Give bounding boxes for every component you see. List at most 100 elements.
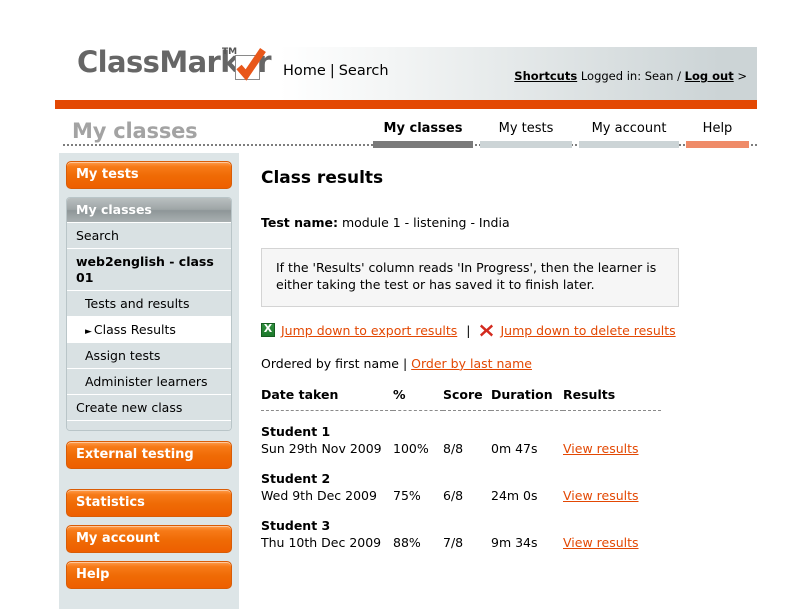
cell-score-3: 7/8 — [443, 535, 464, 551]
results-table: Date taken % Score Duration Results Stud… — [261, 387, 661, 553]
page-container: ClassMarker TM Home | Search Shortcuts Log… — [55, 0, 757, 612]
sidebar-panel-spacer — [67, 420, 231, 431]
tab-bar: My classes My tests My account Help — [373, 121, 757, 148]
sidebar-item-tests-and-results[interactable]: Tests and results — [67, 290, 231, 317]
sidebar-button-statistics[interactable]: Statistics — [66, 489, 232, 518]
sidebar-item-class-results[interactable]: ► Class Results — [67, 316, 231, 343]
table-row: Thu 10th Dec 2009 88% 7/8 9m 34s View re… — [261, 535, 661, 552]
order-by-last-name-link[interactable]: Order by last name — [411, 356, 532, 371]
table-row-student-name: Student 2 — [261, 471, 661, 488]
excel-spreadsheet-icon — [261, 322, 275, 338]
sidebar-item-create-new-class[interactable]: Create new class — [67, 394, 231, 421]
shortcuts-link[interactable]: Shortcuts — [514, 69, 577, 83]
column-header-results: Results — [563, 386, 616, 402]
site-header: ClassMarker TM Home | Search Shortcuts Log… — [55, 45, 757, 100]
cell-duration-3: 9m 34s — [491, 535, 538, 551]
test-name-row: Test name: module 1 - listening - India — [261, 215, 743, 230]
orange-divider-bar — [55, 100, 757, 109]
tab-my-classes-underline — [373, 141, 473, 148]
sidebar-item-class-name[interactable]: web2english - class 01 — [67, 248, 231, 291]
sidebar-button-external-testing[interactable]: External testing — [66, 441, 232, 470]
nav-separator: | — [329, 63, 335, 79]
tab-my-classes[interactable]: My classes — [373, 121, 473, 148]
cell-duration-1: 0m 47s — [491, 441, 538, 457]
primary-nav: Home | Search — [283, 63, 389, 79]
triangle-right-icon: ► — [85, 327, 92, 338]
section-title-row: My classes My classes My tests My accoun… — [55, 109, 757, 153]
cell-percent-1: 100% — [393, 441, 429, 457]
sidebar-item-search[interactable]: Search — [67, 222, 231, 248]
tab-help[interactable]: Help — [686, 121, 749, 148]
student-name-3: Student 3 — [261, 518, 331, 534]
sidebar-panel-header: My classes — [67, 198, 231, 222]
page-title: My classes — [72, 119, 198, 143]
jump-links-row: Jump down to export results | Jump down … — [261, 322, 743, 338]
jump-links-separator: | — [466, 322, 471, 338]
table-row-gap — [261, 458, 661, 471]
view-results-link-3[interactable]: View results — [563, 535, 639, 550]
table-row-gap — [261, 505, 661, 518]
ordered-by-label: Ordered by first name | — [261, 355, 408, 371]
tab-my-classes-label: My classes — [383, 121, 463, 136]
cell-percent-2: 75% — [393, 488, 421, 504]
tab-my-account-underline — [579, 141, 679, 148]
tab-help-label: Help — [702, 121, 733, 136]
sidebar: My tests My classes Search web2english -… — [59, 153, 239, 610]
column-header-duration: Duration — [491, 386, 553, 402]
column-header-percent: % — [393, 386, 406, 402]
test-name-label: Test name: — [261, 215, 338, 230]
tab-my-tests-label: My tests — [498, 121, 554, 136]
logout-link[interactable]: Log out — [685, 69, 734, 83]
cell-score-1: 8/8 — [443, 441, 464, 457]
sidebar-item-assign-tests[interactable]: Assign tests — [67, 342, 231, 369]
cell-percent-3: 88% — [393, 535, 421, 551]
logged-in-label: Logged in: Sean / — [580, 69, 681, 83]
sidebar-item-class-results-label: Class Results — [93, 322, 176, 338]
cell-date-2: Wed 9th Dec 2009 — [261, 488, 377, 504]
page-body: My tests My classes Search web2english -… — [55, 153, 757, 610]
column-header-score: Score — [443, 386, 483, 402]
cell-score-2: 6/8 — [443, 488, 464, 504]
content-heading: Class results — [261, 168, 384, 188]
table-spacer — [261, 410, 661, 424]
nav-home-link[interactable]: Home — [283, 63, 326, 79]
sidebar-button-my-tests[interactable]: My tests — [66, 161, 232, 189]
sidebar-item-administer-learners[interactable]: Administer learners — [67, 368, 231, 395]
results-table-header-row: Date taken % Score Duration Results — [261, 387, 661, 408]
table-row-student-name: Student 1 — [261, 424, 661, 441]
tab-my-account[interactable]: My account — [579, 121, 679, 148]
export-results-link[interactable]: Jump down to export results — [281, 323, 457, 338]
cell-results-1: View results — [563, 441, 661, 458]
sidebar-button-help[interactable]: Help — [66, 561, 232, 590]
view-results-link-2[interactable]: View results — [563, 488, 639, 503]
nav-search-link[interactable]: Search — [339, 63, 389, 79]
sidebar-panel-my-classes: My classes Search web2english - class 01… — [66, 197, 232, 432]
delete-results-link[interactable]: Jump down to delete results — [500, 323, 675, 338]
table-row: Wed 9th Dec 2009 75% 6/8 24m 0s View res… — [261, 488, 661, 505]
cell-results-3: View results — [563, 535, 661, 552]
orange-checkmark-icon — [235, 48, 266, 81]
sidebar-button-my-account[interactable]: My account — [66, 525, 232, 554]
header-arrow: > — [737, 69, 747, 83]
header-account-area: Shortcuts Logged in: Sean / Log out > — [514, 69, 747, 83]
tab-my-tests-underline — [480, 141, 572, 148]
cell-duration-2: 24m 0s — [491, 488, 538, 504]
table-row-student-name: Student 3 — [261, 518, 661, 535]
student-name-2: Student 2 — [261, 471, 331, 487]
student-name-1: Student 1 — [261, 424, 331, 440]
cell-results-2: View results — [563, 488, 661, 505]
ordering-row: Ordered by first name | Order by last na… — [261, 356, 743, 371]
main-content: Class results Test name: module 1 - list… — [239, 153, 757, 552]
cell-date-3: Thu 10th Dec 2009 — [261, 535, 382, 551]
test-name-value: module 1 - listening - India — [341, 215, 510, 230]
info-notice: If the 'Results' column reads 'In Progre… — [261, 248, 679, 307]
cell-date-1: Sun 29th Nov 2009 — [261, 441, 382, 457]
tab-my-tests[interactable]: My tests — [480, 121, 572, 148]
column-header-date-taken: Date taken — [261, 386, 339, 402]
tab-my-account-label: My account — [591, 121, 667, 136]
red-x-icon — [479, 323, 494, 338]
tab-help-underline — [686, 141, 749, 148]
view-results-link-1[interactable]: View results — [563, 441, 639, 456]
table-row: Sun 29th Nov 2009 100% 8/8 0m 47s View r… — [261, 441, 661, 458]
